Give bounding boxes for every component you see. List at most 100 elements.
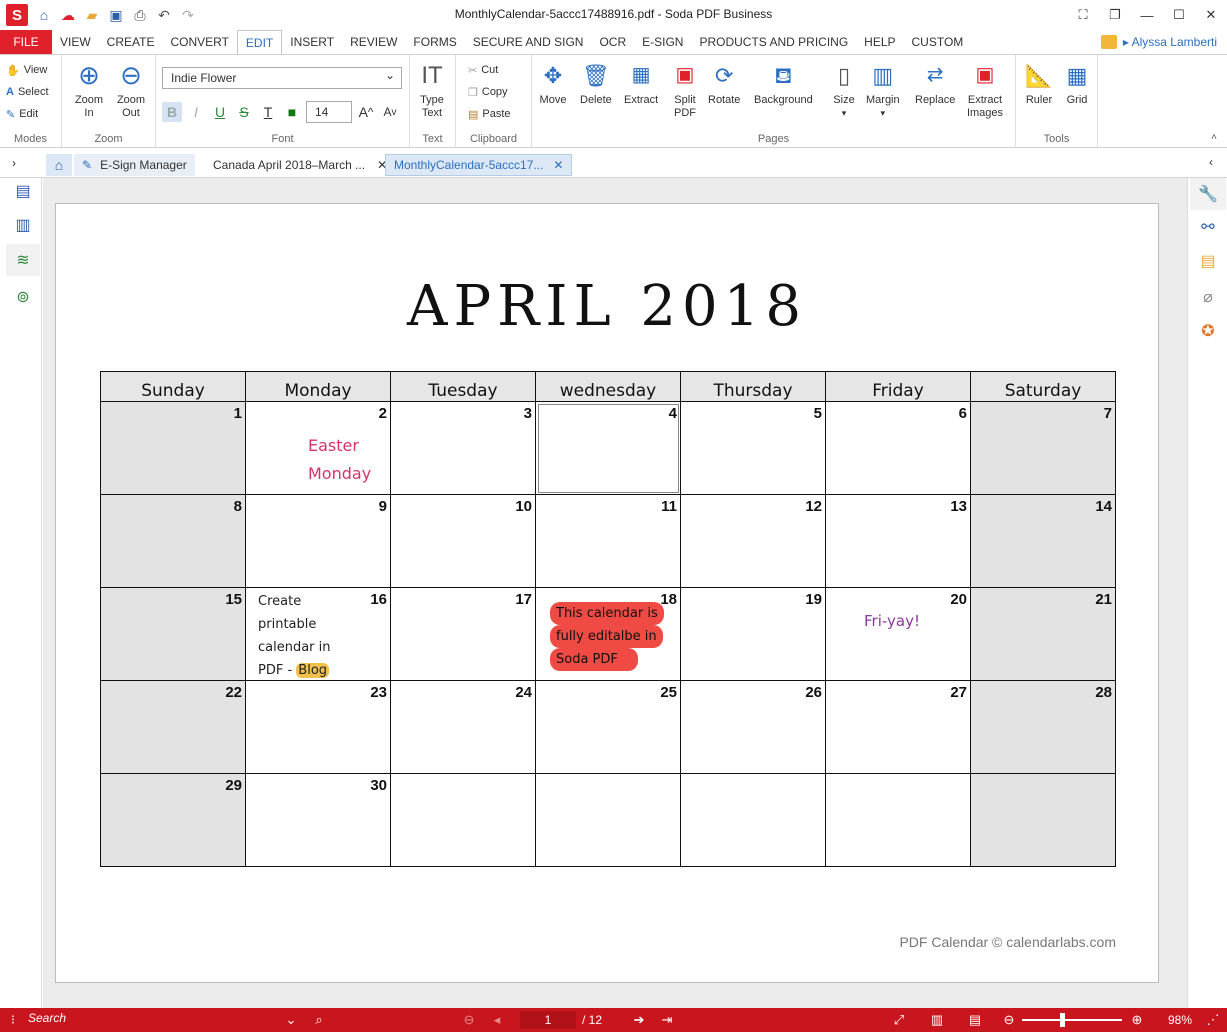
decrease-font-icon[interactable]: Av [380,102,400,122]
maximize-button[interactable]: ☐ [1163,0,1195,30]
paste-button[interactable]: ▤ Paste [468,103,511,125]
tab-monthly-calendar[interactable]: MonthlyCalendar-5accc17... ✕ [385,154,573,176]
day-cell[interactable]: 8 [100,494,246,588]
next-page-icon[interactable]: ➔ [630,1011,648,1029]
day-cell[interactable]: 11 [535,494,681,588]
page-number-input[interactable]: 1 [520,1011,576,1029]
pdf-page[interactable]: APRIL 2018 Sunday Monday Tuesday wednesd… [55,203,1159,983]
extract-images-button[interactable]: ▣ Extract Images [964,59,1006,120]
collapse-right-panel-icon[interactable]: ‹ [1209,155,1213,169]
day-cell[interactable] [680,773,826,867]
print-icon[interactable]: ⎙ [130,5,150,25]
ruler-button[interactable]: 📐 Ruler [1024,59,1054,107]
home-icon[interactable]: ⌂ [34,5,54,25]
fit-page-icon[interactable]: ⤢ [890,1011,908,1029]
app-logo-icon[interactable]: S [6,4,28,26]
attachment-icon[interactable]: ⌀ [1195,284,1221,310]
edit-mode-button[interactable]: ✎ Edit [6,103,49,125]
delete-page-button[interactable]: 🗑 Delete [580,59,612,107]
day-cell[interactable]: 28 [970,680,1116,774]
menu-insert[interactable]: INSERT [282,30,342,54]
day-cell[interactable]: 21 [970,587,1116,681]
user-menu[interactable]: ▸ Alyssa Lamberti [1123,35,1217,49]
day-cell[interactable]: 30 [245,773,391,867]
day-cell[interactable]: 4 [535,401,681,495]
easter-monday-note[interactable]: Easter Monday [308,432,371,488]
day-cell[interactable]: 20 Fri-yay! [825,587,971,681]
comments-icon[interactable]: ▤ [1195,248,1221,274]
restore-layout-icon[interactable]: ❐ [1099,0,1131,30]
document-viewer[interactable]: APRIL 2018 Sunday Monday Tuesday wednesd… [43,178,1187,1008]
wrench-icon[interactable]: 🔧 [1190,178,1226,210]
redo-icon[interactable]: ↷ [178,5,198,25]
thumbnails-icon[interactable]: ▤ [10,178,36,204]
menu-convert[interactable]: CONVERT [162,30,236,54]
highlight-color-icon[interactable]: ■ [282,102,302,122]
day-cell[interactable]: 5 [680,401,826,495]
day-cell[interactable] [970,773,1116,867]
day-cell[interactable]: 27 [825,680,971,774]
editable-note[interactable]: This calendar is fully editalbe in Soda … [550,602,664,671]
day-cell[interactable]: 26 [680,680,826,774]
menu-ocr[interactable]: OCR [591,30,634,54]
menu-edit[interactable]: EDIT [236,30,283,54]
menu-review[interactable]: REVIEW [342,30,405,54]
day-cell[interactable]: 15 [100,587,246,681]
single-page-view-icon[interactable]: ▤ [966,1011,984,1029]
friyay-note[interactable]: Fri-yay! [864,610,920,633]
tab-canada-calendar[interactable]: Canada April 2018–March ... ✕ [205,154,395,176]
day-cell[interactable]: 13 [825,494,971,588]
day-cell[interactable]: 17 [390,587,536,681]
day-cell[interactable]: 6 [825,401,971,495]
search-options-chevron-icon[interactable]: ⌄ [282,1011,300,1029]
menu-file[interactable]: FILE [0,30,52,54]
collapse-ribbon-icon[interactable]: ˄ [1211,132,1217,143]
day-cell[interactable]: 22 [100,680,246,774]
strikethrough-icon[interactable]: S [234,102,254,122]
type-text-button[interactable]: IT Type Text [416,59,448,120]
close-button[interactable]: ✕ [1195,0,1227,30]
day-cell[interactable]: 1 [100,401,246,495]
day-cell[interactable]: 7 [970,401,1116,495]
underline-icon[interactable]: U [210,102,230,122]
search-input[interactable]: Search [24,1011,304,1029]
grid-button[interactable]: ▦ Grid [1062,59,1092,107]
day-cell[interactable]: 24 [390,680,536,774]
first-page-icon[interactable]: ⊖ [460,1011,478,1029]
day-cell[interactable]: 10 [390,494,536,588]
save-icon[interactable]: ▣ [106,5,126,25]
day-cell[interactable]: 14 [970,494,1116,588]
view-mode-button[interactable]: ✋ View [6,59,49,81]
notification-icon[interactable] [1100,35,1117,49]
last-page-icon[interactable]: ⇥ [658,1011,676,1029]
menu-view[interactable]: VIEW [52,30,99,54]
font-size-select[interactable]: 14 [306,101,352,123]
undo-icon[interactable]: ↶ [154,5,174,25]
menu-secure-and-sign[interactable]: SECURE AND SIGN [465,30,592,54]
day-cell[interactable]: 9 [245,494,391,588]
menu-forms[interactable]: FORMS [405,30,464,54]
menu-help[interactable]: HELP [856,30,903,54]
home-tab[interactable]: ⌂ [46,154,72,176]
day-cell[interactable]: 25 [535,680,681,774]
previous-page-icon[interactable]: ◂ [488,1011,506,1029]
day-cell[interactable] [535,773,681,867]
bookmarks-icon[interactable]: ▥ [10,212,36,238]
text-color-icon[interactable]: T [258,102,278,122]
day-cell[interactable]: 29 [100,773,246,867]
select-mode-button[interactable]: A Select [6,81,49,103]
zoom-slider-track[interactable] [1022,1019,1122,1021]
day-cell[interactable]: 16 Create printable calendar in PDF - Bl… [245,587,391,681]
day-cell[interactable]: 3 [390,401,536,495]
expand-panel-icon[interactable]: › [12,156,16,170]
italic-icon[interactable]: I [186,102,206,122]
menu-create[interactable]: CREATE [99,30,163,54]
search-icon[interactable]: ⌕ [310,1011,328,1029]
extract-page-button[interactable]: ▦ Extract [624,59,658,107]
zoom-out-icon[interactable]: ⊖ [1000,1011,1018,1029]
margin-button[interactable]: ▥ Margin ▾ [866,59,900,120]
day-cell[interactable]: 18 This calendar is fully editalbe in So… [535,587,681,681]
replace-page-button[interactable]: ⇄ Replace [915,59,955,107]
minimize-button[interactable]: — [1131,0,1163,30]
fullscreen-icon[interactable]: ⛶ [1067,0,1099,30]
